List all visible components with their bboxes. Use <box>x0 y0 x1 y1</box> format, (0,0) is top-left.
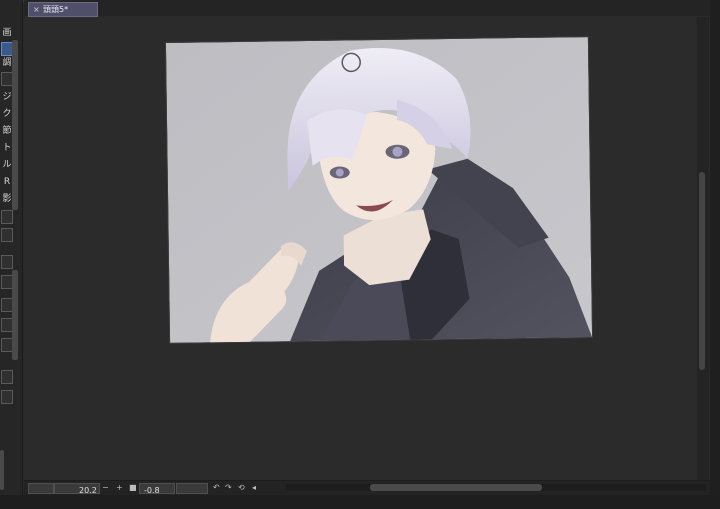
settings-icon[interactable] <box>1 370 13 384</box>
navigator-status-bar: 20.2 − + ■ -0.8 ↶ ↷ ⟲ ◂ <box>24 480 710 495</box>
close-tab-icon[interactable]: × <box>33 3 40 16</box>
pen-icon[interactable] <box>1 228 13 242</box>
delete-icon[interactable] <box>1 210 13 224</box>
document-tab[interactable]: × 頭頭5* <box>28 2 98 17</box>
toolbar-scrollbar[interactable] <box>12 40 18 210</box>
zoom-out-icon[interactable]: − <box>102 482 109 493</box>
lock-icon[interactable] <box>1 255 13 269</box>
horizontal-scrollbar-thumb[interactable] <box>370 484 542 491</box>
bottom-strip <box>0 495 720 509</box>
zoom-in-icon[interactable]: + <box>116 482 123 493</box>
artwork-canvas[interactable] <box>165 37 593 343</box>
tool-label-1[interactable]: 画 <box>0 26 14 40</box>
document-tab-label: 頭頭5* <box>43 5 69 14</box>
tab-bar <box>24 0 720 16</box>
rotation-input[interactable]: -0.8 <box>139 483 175 495</box>
rotation-slider[interactable] <box>176 483 208 494</box>
panel-edge-handle[interactable] <box>0 450 4 490</box>
reset-rotation-icon[interactable]: ⟲ <box>238 482 245 493</box>
link-icon[interactable] <box>1 390 13 404</box>
rotate-left-icon[interactable]: ↶ <box>213 482 220 493</box>
fit-icon[interactable]: ■ <box>129 482 137 493</box>
rotate-right-icon[interactable]: ↷ <box>225 482 232 493</box>
zoom-input[interactable]: 20.2 <box>54 483 100 495</box>
zoom-slider-left[interactable] <box>28 483 54 494</box>
vertical-scrollbar-thumb[interactable] <box>699 172 705 370</box>
flip-icon[interactable]: ◂ <box>252 482 256 493</box>
artwork-illustration <box>165 37 593 343</box>
left-toolbar: 画 調 ジ ク 節 ト ル R 影 <box>0 0 23 509</box>
right-panel-edge <box>710 0 720 509</box>
layer-scrollbar[interactable] <box>12 270 18 360</box>
